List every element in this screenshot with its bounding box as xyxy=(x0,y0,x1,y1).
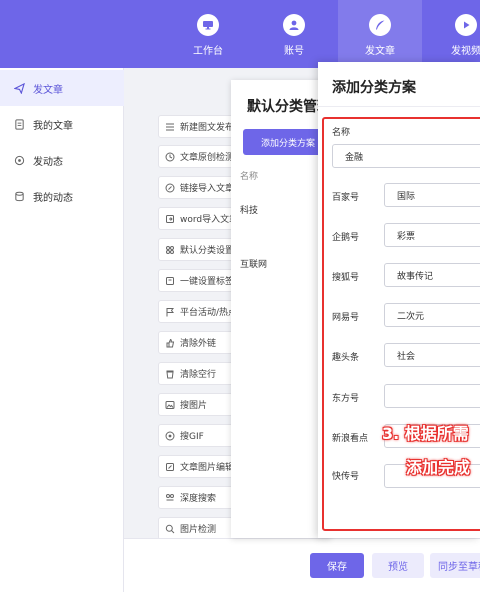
field-label-qutoutiao: 趣头条 xyxy=(332,353,360,363)
tool-label: 默认分类设置 xyxy=(180,246,235,256)
preview-button[interactable]: 预览 xyxy=(372,553,424,578)
save-button[interactable]: 保存 xyxy=(310,553,364,578)
nav-label: 发视频 xyxy=(451,46,480,57)
default-category-dialog: 默认分类管理 添加分类方案 名称 科技 互联网 xyxy=(231,80,331,538)
nav-label: 发文章 xyxy=(365,46,395,57)
edit-icon xyxy=(166,462,174,471)
field-label-wangyi: 网易号 xyxy=(332,313,360,323)
user-icon xyxy=(283,14,305,36)
sidebar-item-publish-moment[interactable]: 发动态 xyxy=(0,142,124,178)
field-select-qiehao[interactable]: 彩票 xyxy=(384,223,480,247)
deep-search-icon xyxy=(166,493,174,500)
tool-label: 文章原创检测 xyxy=(180,153,235,163)
tool-label: 新建图文发布 xyxy=(180,123,235,133)
tool-label: word导入文章 xyxy=(180,215,239,225)
search-icon xyxy=(165,524,175,533)
gif-icon xyxy=(165,431,175,440)
monitor-icon xyxy=(197,14,219,36)
tool-label: 搜GIF xyxy=(180,432,204,442)
list-icon xyxy=(166,123,174,130)
sidebar-item-label: 我的动态 xyxy=(33,192,73,204)
nav-label: 工作台 xyxy=(193,46,223,57)
annotation-line-2: 添加完成 xyxy=(406,458,471,477)
feather-icon xyxy=(369,14,391,36)
sync-to-draft-button[interactable]: 同步至草稿 xyxy=(430,553,480,578)
field-label-sohu: 搜狐号 xyxy=(332,273,360,283)
top-nav: 工作台 账号 发文章 发视频 xyxy=(0,0,480,68)
field-select-baijiahao[interactable]: 国际 xyxy=(384,183,480,207)
field-select-dongfang[interactable] xyxy=(384,384,480,408)
sidebar-item-my-moments[interactable]: 我的动态 xyxy=(0,178,124,214)
sidebar-item-label: 发动态 xyxy=(33,156,63,168)
tool-label: 搜图片 xyxy=(180,401,208,411)
dialog-title: 添加分类方案 xyxy=(332,80,416,96)
image-icon xyxy=(165,400,175,409)
add-category-scheme-dialog: 添加分类方案 名称 金融 百家号 国际 企鹅号 彩票 搜狐号 故事传记 网易号 … xyxy=(318,62,480,538)
field-label-qiehao: 企鹅号 xyxy=(332,233,360,243)
sidebar-item-label: 发文章 xyxy=(33,84,63,96)
nav-label: 账号 xyxy=(284,46,304,57)
nav-account[interactable]: 账号 xyxy=(252,0,336,68)
nav-publish-article[interactable]: 发文章 xyxy=(338,0,422,68)
sidebar-item-label: 我的文章 xyxy=(33,120,73,132)
field-label-xinlang: 新浪看点 xyxy=(332,434,369,444)
editor-footer: 保存 预览 同步至草稿 xyxy=(124,538,480,592)
tool-label: 图片检测 xyxy=(180,525,217,535)
tool-label: 深度搜索 xyxy=(180,494,217,504)
link-icon xyxy=(165,183,175,192)
trash-icon xyxy=(166,370,174,378)
name-label: 名称 xyxy=(332,128,351,138)
field-select-sohu[interactable]: 故事传记 xyxy=(384,263,480,287)
tool-label: 平台活动/热点 xyxy=(180,308,238,318)
field-select-wangyi[interactable]: 二次元 xyxy=(384,303,480,327)
divider xyxy=(318,106,480,107)
tag-icon xyxy=(166,276,174,285)
tool-label: 一键设置标签 xyxy=(180,277,235,287)
column-header-name: 名称 xyxy=(240,172,259,182)
field-label-dongfang: 东方号 xyxy=(332,394,360,404)
clock-icon xyxy=(165,152,175,161)
annotation-line-1: 3. 根据所需 xyxy=(382,424,469,443)
field-label-baijiahao: 百家号 xyxy=(332,193,360,203)
tool-label: 清除空行 xyxy=(180,370,217,380)
nav-workbench[interactable]: 工作台 xyxy=(166,0,250,68)
play-icon xyxy=(455,14,477,36)
grid-icon xyxy=(166,245,174,254)
table-row[interactable]: 互联网 xyxy=(240,257,267,270)
send-icon xyxy=(14,82,25,94)
tool-label: 文章图片编辑 xyxy=(180,463,235,473)
import-icon xyxy=(166,214,174,223)
sidebar-item-my-articles[interactable]: 我的文章 xyxy=(0,106,124,142)
field-label-kuaichuan: 快传号 xyxy=(332,472,360,482)
field-select-qutoutiao[interactable]: 社会 xyxy=(384,343,480,367)
target-icon xyxy=(14,155,25,165)
thumb-icon xyxy=(166,338,175,347)
sidebar: 发文章 我的文章 发动态 我的动态 xyxy=(0,68,124,592)
name-input[interactable]: 金融 xyxy=(332,144,480,168)
nav-publish-video[interactable]: 发视频 xyxy=(424,0,480,68)
flag-icon xyxy=(166,307,174,316)
table-row[interactable]: 科技 xyxy=(240,203,258,216)
database-icon xyxy=(15,191,24,201)
sidebar-item-publish-article[interactable]: 发文章 xyxy=(0,70,124,106)
tool-label: 链接导入文章 xyxy=(180,184,235,194)
document-icon xyxy=(15,118,24,130)
tool-label: 清除外链 xyxy=(180,339,217,349)
